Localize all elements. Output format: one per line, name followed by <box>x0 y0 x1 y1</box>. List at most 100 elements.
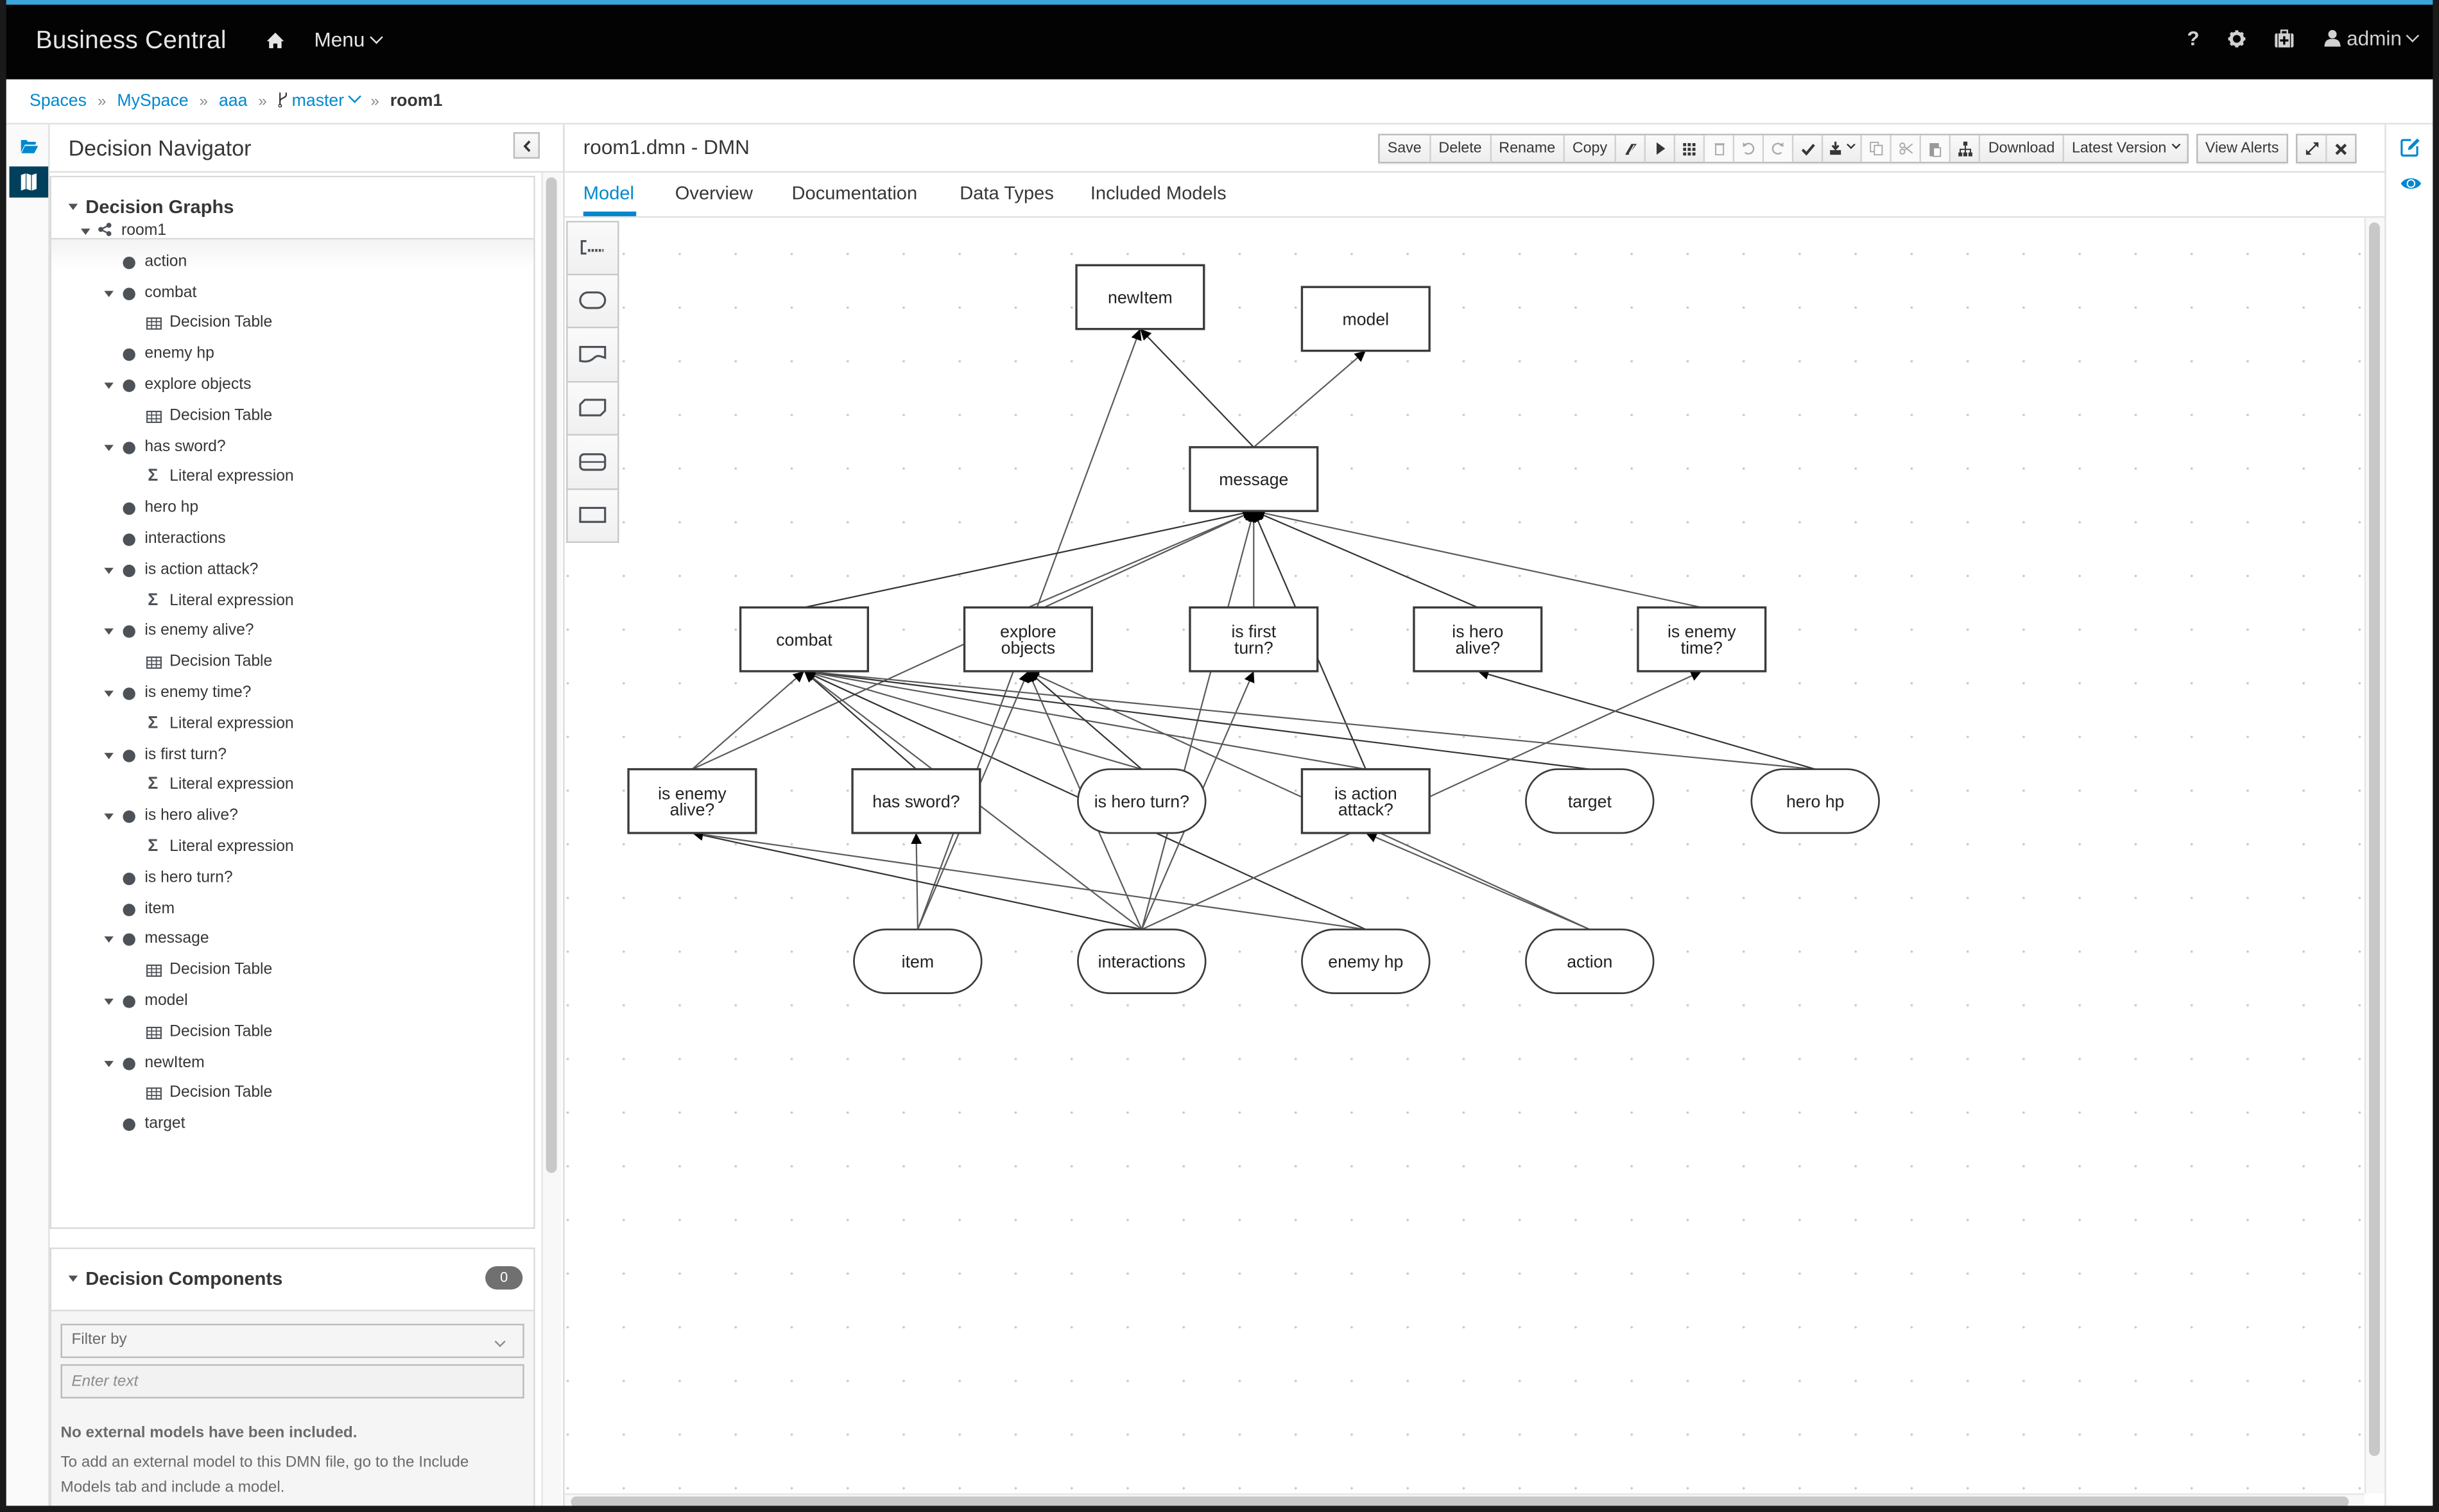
decision-table-icon <box>146 965 162 982</box>
run-button[interactable] <box>1646 135 1676 162</box>
decision-node[interactable]: message <box>1189 446 1319 512</box>
branch-selector[interactable]: master <box>277 89 362 110</box>
decision-node[interactable]: is firstturn? <box>1189 606 1319 673</box>
information-requirement-edge[interactable] <box>691 671 805 770</box>
tree-label: combat <box>144 284 197 302</box>
undo-button[interactable] <box>1734 135 1764 162</box>
decision-node[interactable]: is heroalive? <box>1413 606 1543 673</box>
decision-node[interactable]: exploreobjects <box>963 606 1093 673</box>
information-requirement-edge[interactable] <box>1028 510 1254 608</box>
input-data-node[interactable]: target <box>1525 768 1655 834</box>
breadcrumb-space[interactable]: MySpace <box>117 92 188 110</box>
information-requirement-edge[interactable] <box>1253 510 1478 608</box>
decision-tool[interactable] <box>566 489 619 543</box>
preview-eye-icon[interactable] <box>2400 171 2422 193</box>
user-menu[interactable]: admin <box>2324 26 2420 51</box>
tab-data-types[interactable]: Data Types <box>960 182 1054 204</box>
tree-label: Literal expression <box>169 777 294 795</box>
filter-by-select[interactable]: Filter by <box>60 1323 524 1359</box>
project-explorer-icon[interactable] <box>10 131 49 162</box>
version-dropdown[interactable]: Latest Version <box>2064 135 2187 162</box>
decision-node[interactable]: is actionattack? <box>1300 768 1431 834</box>
information-requirement-edge[interactable] <box>804 671 917 770</box>
auto-layout-button[interactable] <box>1951 135 1981 162</box>
menu-dropdown[interactable]: Menu <box>315 28 383 51</box>
chevron-down-icon <box>1847 139 1856 149</box>
decision-navigator-icon[interactable] <box>9 166 49 198</box>
information-requirement-edge[interactable] <box>1028 671 1142 770</box>
input-data-node[interactable]: hero hp <box>1750 768 1880 834</box>
copy-selection-button[interactable] <box>1862 135 1892 162</box>
view-alerts-button[interactable]: View Alerts <box>2198 135 2287 162</box>
diagram-canvas[interactable]: newItem model message combat explore objects i… <box>564 218 2365 1493</box>
text-annotation-tool[interactable] <box>566 221 619 275</box>
delete-button[interactable]: Delete <box>1431 135 1492 162</box>
decision-node[interactable]: model <box>1300 286 1431 352</box>
component-search-input[interactable] <box>60 1364 524 1399</box>
information-requirement-edge[interactable] <box>692 829 1366 931</box>
decision-node[interactable]: combat <box>739 606 869 673</box>
input-data-node[interactable]: action <box>1525 928 1655 994</box>
cut-button[interactable] <box>1892 135 1922 162</box>
tree-label: is hero alive? <box>144 807 238 825</box>
redo-button[interactable] <box>1764 135 1794 162</box>
medkit-icon[interactable] <box>2274 30 2295 53</box>
download-button[interactable]: Download <box>1981 135 2064 162</box>
brand-title[interactable]: Business Central <box>36 28 227 56</box>
information-requirement-edge[interactable] <box>804 669 1142 770</box>
delete-selection-button[interactable] <box>1705 135 1735 162</box>
information-requirement-edge[interactable] <box>804 508 1254 608</box>
decision-components-header[interactable]: Decision Components 0 <box>51 1249 534 1312</box>
collapse-panel-button[interactable] <box>513 132 540 159</box>
maximize-button[interactable] <box>2298 135 2327 162</box>
breadcrumb-project[interactable]: aaa <box>219 92 247 110</box>
input-data-node[interactable]: interactions <box>1077 928 1207 994</box>
decision-node[interactable]: is enemyalive? <box>627 768 757 834</box>
information-requirement-edge[interactable] <box>1254 508 1702 608</box>
information-requirement-edge[interactable] <box>804 667 1816 770</box>
grid-button[interactable] <box>1676 135 1705 162</box>
sidebar-scrollbar[interactable] <box>546 177 557 1173</box>
sigma-icon: Σ <box>148 590 159 610</box>
toolbar-group-alerts: View Alerts <box>2196 133 2289 164</box>
information-requirement-edge[interactable] <box>1139 328 1255 448</box>
gear-icon[interactable] <box>2227 30 2246 53</box>
decision-components-title: Decision Components <box>85 1267 283 1290</box>
information-requirement-edge[interactable] <box>1253 350 1366 448</box>
information-requirement-edge[interactable] <box>1365 832 1590 931</box>
close-editor-button[interactable] <box>2327 135 2356 162</box>
trash-icon <box>1714 143 1725 156</box>
paste-button[interactable] <box>1921 135 1951 162</box>
input-data-tool[interactable] <box>566 274 619 329</box>
decision-table-icon <box>146 318 162 335</box>
validate-button[interactable] <box>1794 135 1823 162</box>
information-requirement-edge[interactable] <box>804 667 1590 770</box>
node-dot-icon <box>123 564 135 577</box>
chevron-down-icon <box>369 30 383 44</box>
export-dropdown[interactable] <box>1823 135 1863 162</box>
tab-overview[interactable]: Overview <box>675 182 753 204</box>
input-data-node[interactable]: is hero turn? <box>1077 768 1207 834</box>
properties-edit-icon[interactable] <box>2400 137 2422 159</box>
rename-button[interactable]: Rename <box>1491 135 1565 162</box>
home-icon[interactable] <box>266 30 284 49</box>
decision-table-icon <box>146 1026 162 1044</box>
decision-node[interactable]: has sword? <box>851 768 981 834</box>
copy-button[interactable]: Copy <box>1565 135 1617 162</box>
decision-node[interactable]: newItem <box>1075 264 1205 331</box>
save-button[interactable]: Save <box>1380 135 1431 162</box>
tab-included-models[interactable]: Included Models <box>1090 182 1227 204</box>
business-knowledge-model-tool[interactable] <box>566 382 619 436</box>
help-icon[interactable]: ? <box>2187 26 2199 49</box>
input-data-node[interactable]: item <box>853 928 983 994</box>
decision-node[interactable]: is enemytime? <box>1637 606 1767 673</box>
breadcrumb-spaces[interactable]: Spaces <box>30 92 87 110</box>
information-requirement-edge[interactable] <box>1477 669 1816 770</box>
clear-canvas-button[interactable] <box>1617 135 1646 162</box>
tab-documentation[interactable]: Documentation <box>792 182 918 204</box>
knowledge-source-tool[interactable] <box>566 328 619 382</box>
canvas-vertical-scrollbar[interactable] <box>2368 222 2380 1456</box>
tab-model[interactable]: Model <box>583 182 634 204</box>
decision-service-tool[interactable] <box>566 435 619 490</box>
input-data-node[interactable]: enemy hp <box>1301 928 1431 994</box>
